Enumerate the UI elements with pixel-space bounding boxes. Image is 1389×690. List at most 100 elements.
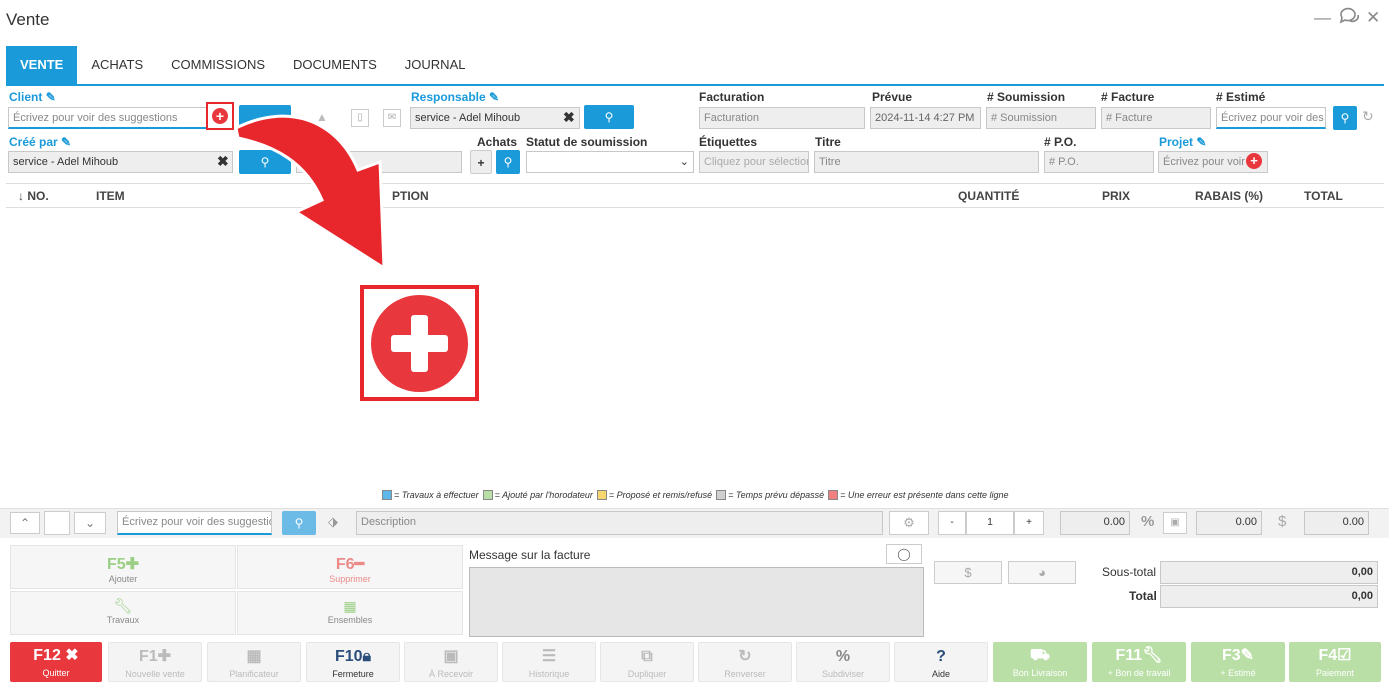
close-icon: ✖ [60,647,79,664]
statut-select[interactable]: ⌄ [526,151,694,173]
etiquettes-input[interactable]: Cliquez pour sélection [699,151,809,173]
statut-label: Statut de soumission [526,135,648,149]
titre-input[interactable]: Titre [814,151,1039,173]
responsable-label[interactable]: Responsable ✎ [411,90,499,104]
estime-input[interactable]: Écrivez pour voir des s [1216,107,1326,129]
f5-add-button[interactable]: F5✚ Ajouter [10,545,236,589]
cree-par-input[interactable]: service - Adel Mihoub [8,151,233,173]
edit-icon: ✎ [1240,647,1255,664]
historique-button[interactable]: ☰ Historique [502,642,596,682]
responsable-search-button[interactable]: ⚲ [584,105,634,129]
tag-icon[interactable]: ⬗ [328,514,338,530]
row-selector[interactable] [44,511,70,535]
tab-achats[interactable]: ACHATS [77,46,157,84]
prevue-input[interactable]: 2024-11-14 4:27 PM [870,107,981,129]
comment-icon[interactable]: ◯ [886,544,922,564]
po-input[interactable]: # P.O. [1044,151,1154,173]
tab-documents[interactable]: DOCUMENTS [279,46,391,84]
tab-commissions[interactable]: COMMISSIONS [157,46,279,84]
a-recevoir-button[interactable]: ▣ À Recevoir [404,642,498,682]
bon-livraison-button[interactable]: ⛟ Bon Livraison [993,642,1087,682]
dollar-toggle[interactable]: $ [1278,513,1286,530]
percent-toggle[interactable]: % [1141,513,1154,530]
item-input[interactable]: Écrivez pour voir des suggestion [117,511,272,535]
soumission-label: # Soumission [987,90,1066,104]
line-total-input[interactable]: 0.00 [1304,511,1369,535]
f4-paiement-button[interactable]: F4☑ Paiement [1289,642,1381,682]
tab-bar: VENTE ACHATS COMMISSIONS DOCUMENTS JOURN… [6,46,479,84]
edit-icon: ✎ [489,90,500,104]
projet-label[interactable]: Projet ✎ [1159,135,1206,149]
tab-journal[interactable]: JOURNAL [391,46,480,84]
achats-search-button[interactable]: ⚲ [496,150,520,174]
soumission-input[interactable]: # Soumission [986,107,1096,129]
table-header: ↓ NO. ITEM PTION QUANTITÉ PRIX RABAIS (%… [6,183,1384,208]
dupliquer-label: Dupliquer [627,669,667,679]
move-down-button[interactable]: ⌄ [74,512,106,534]
qty-input[interactable]: 1 [966,511,1014,535]
planificateur-button[interactable]: ▦ Planificateur [207,642,301,682]
legend-horodateur: = Ajouté par l'horodateur [494,490,593,500]
gear-icon[interactable]: ⚙ [889,511,929,535]
renverser-button[interactable]: ↻ Renverser [698,642,792,682]
f5-label: Ajouter [108,574,138,584]
plus-icon: ✚ [125,556,140,573]
wrench-icon: 🔧︎ [1142,647,1163,664]
close-icon[interactable]: ✕ [1366,8,1380,28]
percent-icon: % [835,648,851,665]
aide-button[interactable]: ? Aide [894,642,988,682]
client-input[interactable]: Écrivez pour voir des suggestions [8,107,208,129]
dollar-button[interactable]: $ [934,561,1002,584]
col-rabais[interactable]: RABAIS (%) [1195,184,1263,208]
prevue-label: Prévue [872,90,913,104]
discount-input[interactable]: 0.00 [1196,511,1262,535]
description-input[interactable]: Description [356,511,883,535]
f1-new-sale-button[interactable]: F1✚ Nouvelle vente [108,642,202,682]
dupliquer-button[interactable]: ⧉ Dupliquer [600,642,694,682]
f3-estime-button[interactable]: F3✎ + Estimé [1191,642,1285,682]
subdiviser-button[interactable]: % Subdiviser [796,642,890,682]
f11-bon-travail-button[interactable]: F11🔧︎ + Bon de travail [1092,642,1186,682]
responsable-input[interactable]: service - Adel Mihoub [410,107,580,129]
item-search-button[interactable]: ⚲ [282,511,316,535]
cree-par-label[interactable]: Créé par ✎ [9,135,71,149]
minimize-icon[interactable]: — [1314,8,1331,28]
price-input[interactable]: 0.00 [1060,511,1130,535]
qty-plus-button[interactable]: + [1014,511,1044,535]
legend-swatch-blue [382,490,392,500]
facturation-input[interactable]: Facturation [699,107,865,129]
message-textarea[interactable] [469,567,924,637]
move-up-button[interactable]: ⌃ [10,512,40,534]
cash-icon[interactable]: ▣ [1163,512,1187,534]
clear-responsable-icon[interactable]: ✖ [563,109,575,126]
renverser-label: Renverser [724,669,766,679]
col-no[interactable]: ↓ NO. [18,184,49,208]
legend-swatch-gray [716,490,727,500]
ensembles-button[interactable]: ▦ Ensembles [237,591,463,635]
f6-delete-button[interactable]: F6━ Supprimer [237,545,463,589]
f10-fermeture-button[interactable]: F10🔒︎ Fermeture [306,642,400,682]
achats-label: Achats [477,135,518,149]
chat-icon[interactable] [1338,6,1360,31]
chevron-down-icon: ⌄ [679,156,689,168]
travaux-button[interactable]: 🔧︎ Travaux [10,591,236,635]
titre-label: Titre [815,135,841,149]
bon-livraison-label: Bon Livraison [1012,668,1068,678]
pie-chart-icon[interactable]: ◕ [1008,561,1076,584]
col-quantite[interactable]: QUANTITÉ [958,184,1019,208]
client-label[interactable]: Client ✎ [9,90,56,104]
add-projet-icon[interactable]: + [1246,153,1262,169]
legend-erreur: = Une erreur est présente dans cette lig… [840,490,1009,500]
edit-icon: ✎ [45,90,56,104]
col-prix[interactable]: PRIX [1102,184,1130,208]
qty-minus-button[interactable]: - [938,511,966,535]
add-achat-button[interactable]: + [470,150,492,174]
refresh-icon[interactable]: ↻ [1362,108,1374,125]
edit-icon: ✎ [1196,135,1207,149]
col-item[interactable]: ITEM [96,184,125,208]
facture-input[interactable]: # Facture [1101,107,1211,129]
tab-vente[interactable]: VENTE [6,46,78,84]
col-total[interactable]: TOTAL [1304,184,1343,208]
estime-search-button[interactable]: ⚲ [1333,106,1357,130]
f12-quit-button[interactable]: F12 ✖ Quitter [10,642,102,682]
